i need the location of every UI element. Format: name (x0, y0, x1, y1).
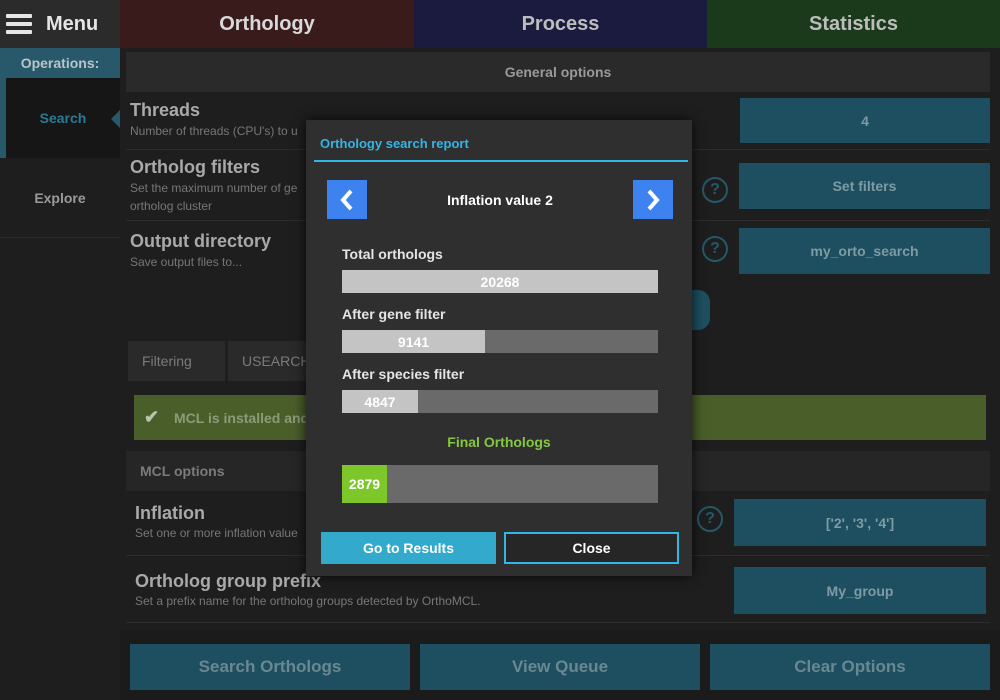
go-to-results-button[interactable]: Go to Results (321, 532, 496, 564)
chevron-right-icon (647, 189, 660, 210)
gene-filter-value: 9141 (397, 333, 430, 350)
final-orthologs-value: 2879 (348, 476, 381, 492)
total-orthologs-bar: 20268 (342, 270, 658, 293)
total-orthologs-label: Total orthologs (342, 246, 443, 262)
species-filter-label: After species filter (342, 366, 465, 382)
previous-inflation-button[interactable] (327, 180, 367, 219)
gene-filter-bar: 9141 (342, 330, 658, 353)
inflation-value-label: Inflation value 2 (447, 191, 553, 208)
close-button[interactable]: Close (504, 532, 679, 564)
orthology-report-dialog: Orthology search report Inflation value … (306, 120, 692, 576)
species-filter-bar: 4847 (342, 390, 658, 413)
title-underline (314, 160, 688, 162)
final-orthologs-bar: 2879 (342, 465, 658, 503)
total-orthologs-value: 20268 (480, 273, 520, 290)
gene-filter-label: After gene filter (342, 306, 446, 322)
chevron-left-icon (340, 189, 353, 210)
species-filter-value: 4847 (364, 393, 396, 410)
dialog-title: Orthology search report (320, 136, 469, 151)
final-orthologs-label: Final Orthologs (447, 434, 551, 450)
next-inflation-button[interactable] (633, 180, 673, 219)
